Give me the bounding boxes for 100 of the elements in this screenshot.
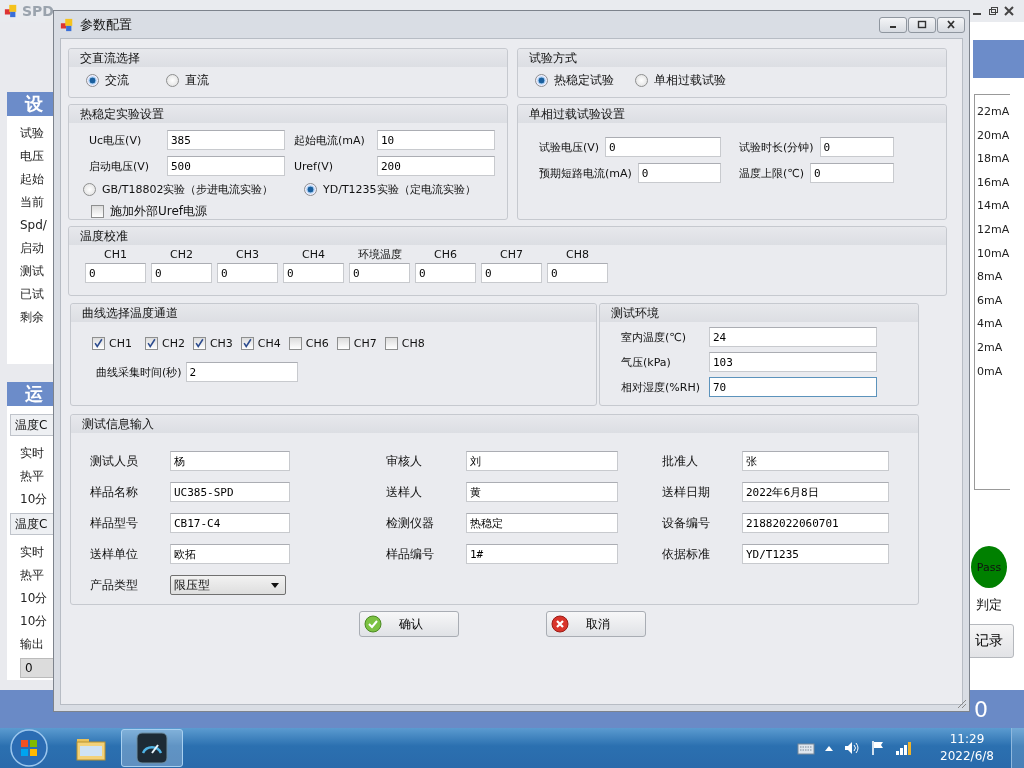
clock-time[interactable]: 11:29 <box>949 731 985 748</box>
radio-icon[interactable] <box>86 74 99 87</box>
taskbar-button[interactable] <box>121 729 183 767</box>
checkbox-icon[interactable] <box>92 337 105 350</box>
field-label: 室内温度(℃) <box>621 329 687 345</box>
radio-icon[interactable] <box>535 74 548 87</box>
input-field[interactable]: 0 <box>415 263 476 283</box>
channel-label: CH6 <box>434 248 457 262</box>
input-field[interactable]: 热稳定 <box>466 513 618 533</box>
checkbox-icon[interactable] <box>384 337 398 350</box>
input-field[interactable]: 0 <box>151 263 212 283</box>
radio-button[interactable]: 热稳定试验 <box>535 72 635 89</box>
input-field[interactable]: 刘 <box>466 451 618 471</box>
field-label: 批准人 <box>662 452 699 470</box>
input-field[interactable]: 10 <box>377 130 495 150</box>
input-field[interactable]: 103 <box>709 352 877 372</box>
input-field[interactable]: 1# <box>466 544 618 564</box>
minimize-button[interactable] <box>879 16 907 33</box>
close-button[interactable] <box>1002 5 1016 17</box>
field-label: 温度上限(℃) <box>739 165 804 181</box>
input-field[interactable]: 2 <box>185 362 298 382</box>
axis-label: 12mA <box>977 221 1010 238</box>
checkbox[interactable]: CH8 <box>384 337 425 350</box>
checkbox-icon[interactable] <box>288 337 302 350</box>
input-field[interactable]: 0 <box>481 263 542 283</box>
input-field[interactable]: 24 <box>709 327 877 347</box>
side-label: 输出 <box>19 636 45 653</box>
cancel-button[interactable]: 取消 <box>546 611 646 637</box>
checkbox-icon[interactable] <box>91 205 104 218</box>
maximize-icon <box>916 19 928 30</box>
input-field[interactable]: 0 <box>547 263 608 283</box>
resize-grip-icon[interactable] <box>957 699 967 709</box>
input-field[interactable]: 黄 <box>466 482 618 502</box>
dropdown[interactable]: 限压型 <box>170 575 286 595</box>
field-label: 相对湿度(%RH) <box>621 379 701 395</box>
radio-icon[interactable] <box>635 74 648 87</box>
channel-label: CH2 <box>170 248 193 262</box>
checkbox[interactable]: CH2 <box>144 337 185 350</box>
input-field[interactable]: CB17-C4 <box>170 513 290 533</box>
axis-label: 22mA <box>977 104 1010 120</box>
input-field[interactable]: 385 <box>167 130 285 150</box>
checkbox-icon[interactable] <box>240 337 254 350</box>
flag-icon[interactable] <box>870 740 886 756</box>
axis-label: 14mA <box>977 198 1010 215</box>
up-arrow-icon[interactable] <box>824 744 834 752</box>
checkbox-icon[interactable] <box>144 337 158 350</box>
network-icon[interactable] <box>895 740 913 756</box>
axis-label: 10mA <box>977 245 1010 262</box>
input-field[interactable]: 0 <box>283 263 344 283</box>
maximize-button[interactable] <box>908 16 936 33</box>
close-button[interactable] <box>937 16 965 33</box>
input-field[interactable]: UC385-SPD <box>170 482 290 502</box>
radio-button[interactable]: GB/T18802实验（步进电流实验） <box>83 182 304 197</box>
radio-icon[interactable] <box>304 183 317 196</box>
checkbox-icon[interactable] <box>192 337 206 350</box>
input-field[interactable]: 欧拓 <box>170 544 290 564</box>
checkbox[interactable]: 施加外部Uref电源 <box>91 203 507 220</box>
radio-button[interactable]: 直流 <box>166 72 246 89</box>
input-field[interactable]: 0 <box>349 263 410 283</box>
side-label: 起始 <box>19 171 45 188</box>
radio-button[interactable]: YD/T1235实验（定电流实验） <box>304 182 476 197</box>
input-field[interactable]: 0 <box>819 137 894 157</box>
side-label: 实时 <box>19 544 45 561</box>
input-field[interactable]: 0 <box>85 263 146 283</box>
field-label: 产品类型 <box>90 576 139 594</box>
group-title: 测试环境 <box>611 306 659 320</box>
input-field[interactable]: 21882022060701 <box>742 513 889 533</box>
keyboard-icon[interactable] <box>797 741 815 755</box>
speaker-icon[interactable] <box>843 740 861 756</box>
group-title: 单相过载试验设置 <box>529 107 625 121</box>
radio-icon[interactable] <box>83 183 96 196</box>
judge-label: 判定 <box>976 596 1002 614</box>
radio-button[interactable]: 单相过载试验 <box>635 72 735 89</box>
checkbox[interactable]: CH6 <box>288 337 329 350</box>
input-field[interactable]: 0 <box>637 163 721 183</box>
input-field[interactable]: 200 <box>377 156 495 176</box>
checkbox[interactable]: CH7 <box>336 337 377 350</box>
input-field[interactable]: YD/T1235 <box>742 544 889 564</box>
field-label: 依据标准 <box>662 545 711 563</box>
restore-button[interactable] <box>986 5 1000 17</box>
start-button[interactable] <box>9 728 49 768</box>
input-field[interactable]: 杨 <box>170 451 290 471</box>
checkbox-icon[interactable] <box>336 337 350 350</box>
input-field[interactable]: 2022年6月8日 <box>742 482 889 502</box>
version-text: 0 <box>974 696 988 722</box>
checkbox[interactable]: CH1 <box>92 337 132 350</box>
axis-label: 20mA <box>977 127 1010 144</box>
input-field[interactable]: 0 <box>809 163 894 183</box>
window-title: SPD <box>22 3 54 19</box>
checkbox[interactable]: CH3 <box>192 337 233 350</box>
input-field[interactable]: 张 <box>742 451 889 471</box>
confirm-button[interactable]: 确认 <box>359 611 459 637</box>
radio-button[interactable]: 交流 <box>86 72 166 89</box>
clock-date[interactable]: 2022/6/8 <box>940 748 994 765</box>
input-field[interactable]: 70 <box>709 377 877 397</box>
input-field[interactable]: 0 <box>217 263 278 283</box>
radio-icon[interactable] <box>166 74 179 87</box>
checkbox[interactable]: CH4 <box>240 337 281 350</box>
input-field[interactable]: 500 <box>167 156 285 176</box>
input-field[interactable]: 0 <box>605 137 721 157</box>
